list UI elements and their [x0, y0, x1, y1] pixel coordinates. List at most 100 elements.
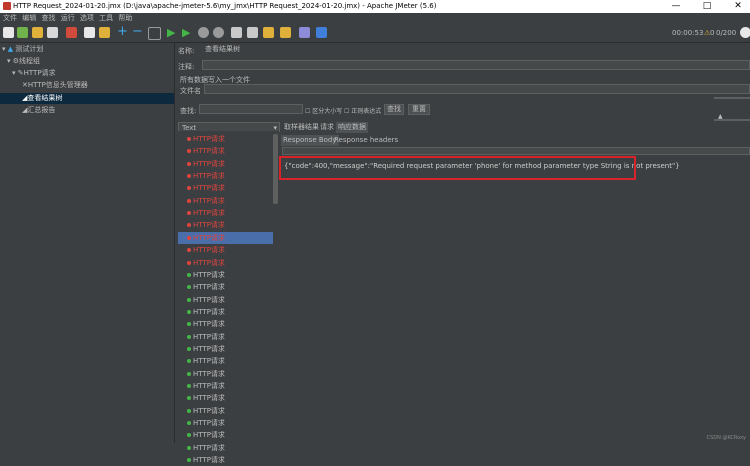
case-sensitive-checkbox[interactable]: ☐ 区分大小写: [305, 106, 342, 115]
result-item-label: HTTP请求: [193, 147, 225, 156]
result-item[interactable]: HTTP请求: [187, 219, 225, 231]
result-item[interactable]: HTTP请求: [187, 257, 225, 269]
stop-icon[interactable]: [198, 27, 209, 38]
error-status-icon: [187, 186, 191, 191]
result-item[interactable]: HTTP请求: [187, 281, 225, 293]
minimize-button[interactable]: —: [666, 0, 686, 13]
clear-all-icon[interactable]: [247, 27, 258, 38]
result-item-label: HTTP请求: [193, 209, 225, 218]
result-item[interactable]: HTTP请求: [178, 231, 273, 244]
menu-search[interactable]: 查找: [41, 13, 55, 24]
result-item[interactable]: HTTP请求: [187, 405, 225, 417]
result-item[interactable]: HTTP请求: [187, 244, 225, 256]
start-icon[interactable]: ▶: [167, 27, 178, 38]
success-status-icon: [187, 458, 191, 463]
result-item[interactable]: HTTP请求: [187, 429, 225, 441]
collapse-arrow-icon[interactable]: ▲: [718, 113, 723, 120]
tree-node-summary-report[interactable]: ◢汇总报告: [22, 105, 55, 116]
result-item-label: HTTP请求: [193, 196, 225, 205]
menu-options[interactable]: 选项: [80, 13, 94, 24]
test-plan-tree: ▾ ▲ 测试计划 ▾ ⚙线程组 ▾ ✎HTTP请求 ✕HTTP信息头管理器 ◢查…: [0, 43, 175, 443]
result-item[interactable]: HTTP请求: [187, 145, 225, 157]
function-helper-icon[interactable]: [299, 27, 310, 38]
result-item[interactable]: HTTP请求: [187, 158, 225, 170]
toggle-icon[interactable]: [148, 27, 161, 40]
tab-sampler-result[interactable]: 取样器结果: [282, 122, 321, 133]
search-icon[interactable]: [263, 27, 274, 38]
result-item-label: HTTP请求: [193, 270, 225, 279]
tab-response-body[interactable]: Response Body: [281, 135, 339, 146]
name-field[interactable]: 查看结果树: [202, 44, 750, 54]
title-bar: HTTP Request_2024-01-20.jmx (D:\java\apa…: [0, 0, 750, 13]
collapse-icon[interactable]: −: [132, 25, 143, 38]
result-item[interactable]: HTTP请求: [187, 207, 225, 219]
menu-edit[interactable]: 编辑: [22, 13, 36, 24]
result-item[interactable]: HTTP请求: [187, 133, 225, 145]
result-item-label: HTTP请求: [193, 246, 225, 255]
result-item[interactable]: HTTP请求: [187, 182, 225, 194]
menu-run[interactable]: 运行: [61, 13, 75, 24]
tree-node-thread-group[interactable]: ▾ ⚙线程组: [7, 56, 40, 67]
result-item[interactable]: HTTP请求: [187, 294, 225, 306]
result-item[interactable]: HTTP请求: [187, 380, 225, 392]
result-item[interactable]: HTTP请求: [187, 343, 225, 355]
error-status-icon: [187, 223, 191, 228]
error-status-icon: [187, 260, 191, 265]
tree-node-test-plan[interactable]: ▾ ▲ 测试计划: [2, 44, 43, 55]
new-icon[interactable]: [3, 27, 14, 38]
tab-request[interactable]: 请求: [318, 122, 336, 133]
reset-search-icon[interactable]: [280, 27, 291, 38]
response-body-area[interactable]: [282, 156, 750, 443]
reset-button[interactable]: 重置: [408, 104, 430, 115]
result-item[interactable]: HTTP请求: [187, 355, 225, 367]
cut-icon[interactable]: [66, 27, 77, 38]
watermark: CSDN @KCRoxy: [706, 435, 746, 441]
regex-checkbox[interactable]: ☐ 正则表达式: [344, 106, 381, 115]
result-item-label: HTTP请求: [193, 258, 225, 267]
comment-field[interactable]: [202, 60, 750, 70]
remote-icon[interactable]: [740, 27, 750, 38]
tree-node-http-request[interactable]: ▾ ✎HTTP请求: [12, 68, 56, 79]
filename-field[interactable]: [204, 84, 750, 94]
results-scrollbar[interactable]: [273, 134, 278, 204]
splitter-handle[interactable]: [714, 97, 750, 99]
result-item[interactable]: HTTP请求: [187, 368, 225, 380]
result-item[interactable]: HTTP请求: [187, 170, 225, 182]
result-item-label: HTTP请求: [193, 406, 225, 415]
templates-icon[interactable]: [17, 27, 28, 38]
open-icon[interactable]: [32, 27, 43, 38]
help-icon[interactable]: [316, 27, 327, 38]
close-button[interactable]: ✕: [728, 0, 748, 13]
shutdown-icon[interactable]: [213, 27, 224, 38]
result-item[interactable]: HTTP请求: [187, 392, 225, 404]
result-item[interactable]: HTTP请求: [187, 442, 225, 454]
result-item-label: HTTP请求: [193, 135, 225, 143]
result-item[interactable]: HTTP请求: [187, 306, 225, 318]
tree-node-view-results[interactable]: ◢查看结果树: [0, 93, 174, 104]
result-item[interactable]: HTTP请求: [187, 454, 225, 466]
tree-node-header-manager[interactable]: ✕HTTP信息头管理器: [22, 80, 88, 91]
search-input[interactable]: [199, 104, 303, 114]
result-item[interactable]: HTTP请求: [187, 269, 225, 281]
save-icon[interactable]: [47, 27, 58, 38]
search-button[interactable]: 查找: [384, 104, 404, 115]
result-item[interactable]: HTTP请求: [187, 417, 225, 429]
success-status-icon: [187, 359, 191, 364]
maximize-button[interactable]: □: [697, 0, 717, 13]
name-label: 名称:: [178, 47, 195, 55]
result-item[interactable]: HTTP请求: [187, 318, 225, 330]
start-no-pause-icon[interactable]: ▶: [182, 27, 193, 38]
result-item[interactable]: HTTP请求: [187, 331, 225, 343]
menu-help[interactable]: 帮助: [118, 13, 132, 24]
tab-response-headers[interactable]: Response headers: [332, 135, 400, 146]
clear-icon[interactable]: [231, 27, 242, 38]
error-status-icon: [187, 235, 191, 240]
menu-tools[interactable]: 工具: [99, 13, 113, 24]
menu-file[interactable]: 文件: [3, 13, 17, 24]
tab-response-data[interactable]: 响应数据: [336, 122, 368, 133]
expand-icon[interactable]: +: [117, 25, 128, 38]
success-status-icon: [187, 433, 191, 438]
paste-icon[interactable]: [99, 27, 110, 38]
result-item[interactable]: HTTP请求: [187, 195, 225, 207]
copy-icon[interactable]: [84, 27, 95, 38]
